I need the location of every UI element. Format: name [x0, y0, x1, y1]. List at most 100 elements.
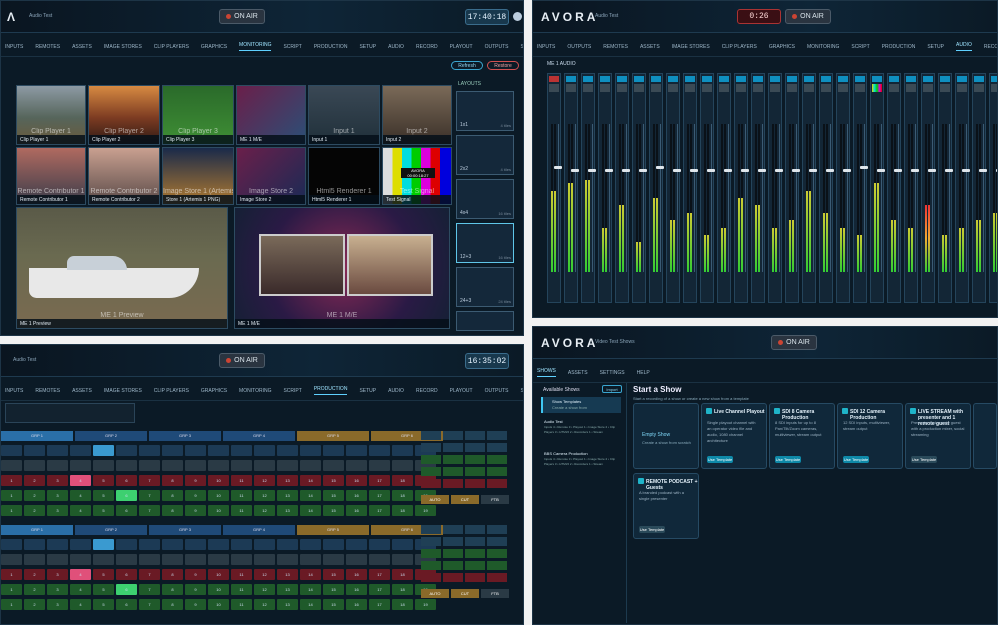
nav-item-remotes[interactable]: REMOTES — [35, 44, 60, 50]
program-monitor[interactable]: ME 1 M/E ME 1 M/E — [234, 207, 450, 329]
nav-item-inputs[interactable]: INPUTS — [537, 44, 555, 50]
bus-button[interactable]: 3 — [47, 599, 68, 610]
transition-button[interactable] — [443, 443, 463, 452]
bus-button[interactable]: 14 — [300, 475, 321, 486]
bus-button[interactable]: 14 — [300, 569, 321, 580]
nav-item-inputs[interactable]: INPUTS — [5, 44, 23, 50]
bus-button[interactable]: 10 — [208, 505, 229, 516]
bus-button[interactable]: 2 — [24, 505, 45, 516]
audio-channel-strip[interactable] — [581, 73, 596, 303]
transition-button[interactable] — [487, 455, 507, 464]
nav-item-clip-players[interactable]: CLIP PLAYERS — [154, 44, 189, 50]
bus-button[interactable]: 4 — [70, 584, 91, 595]
transition-button[interactable] — [487, 467, 507, 476]
template-card[interactable]: SDI 8 Camera Production 8 SDI inputs for … — [769, 403, 835, 469]
nav-item-production[interactable]: PRODUCTION — [313, 386, 348, 395]
bus-button[interactable] — [162, 539, 183, 550]
bus-button[interactable]: 6 — [116, 599, 137, 610]
audio-channel-strip[interactable] — [921, 73, 936, 303]
fader-knob[interactable] — [639, 169, 647, 172]
transition-button[interactable] — [487, 479, 507, 488]
nav-item-graphics[interactable]: GRAPHICS — [769, 44, 795, 50]
bus-button[interactable]: 11 — [231, 569, 252, 580]
monitor-tile[interactable]: Clip Player 1 Clip Player 1 — [16, 85, 86, 145]
audio-channel-strip[interactable] — [870, 73, 885, 303]
bus-button[interactable]: 4 — [70, 569, 91, 580]
bus-button[interactable]: 1 — [1, 569, 22, 580]
layout-option[interactable]: 4x4 16 tiles — [456, 179, 514, 219]
bus-button[interactable]: 14 — [300, 584, 321, 595]
group-tab[interactable]: GRP 3 — [149, 525, 221, 535]
bus-button[interactable]: 8 — [162, 569, 183, 580]
fader-knob[interactable] — [792, 169, 800, 172]
transition-button[interactable] — [421, 455, 441, 464]
audio-channel-strip[interactable] — [938, 73, 953, 303]
use-template-button[interactable]: Use Template — [707, 456, 733, 463]
bus-button[interactable]: 13 — [277, 569, 298, 580]
transition-ftb-button[interactable]: FTB — [481, 589, 509, 598]
bus-button[interactable]: 9 — [185, 569, 206, 580]
bus-button[interactable]: 9 — [185, 490, 206, 501]
bus-button[interactable]: 15 — [323, 505, 344, 516]
bus-button[interactable]: 6 — [116, 505, 137, 516]
bus-button[interactable] — [300, 460, 321, 471]
bus-button[interactable]: 16 — [346, 569, 367, 580]
bus-button[interactable]: 6 — [116, 584, 137, 595]
bus-button[interactable]: 6 — [116, 569, 137, 580]
bus-button[interactable]: 18 — [392, 490, 413, 501]
bus-button[interactable] — [116, 445, 137, 456]
fader-knob[interactable] — [707, 169, 715, 172]
bus-button[interactable] — [162, 445, 183, 456]
bus-button[interactable]: 16 — [346, 584, 367, 595]
bus-button[interactable] — [392, 539, 413, 550]
fader-knob[interactable] — [571, 169, 579, 172]
monitor-tile[interactable]: Clip Player 3 Clip Player 3 — [162, 85, 234, 145]
transition-button[interactable] — [487, 573, 507, 582]
bus-button[interactable]: 3 — [47, 490, 68, 501]
bus-button[interactable] — [254, 445, 275, 456]
transition-button[interactable] — [487, 549, 507, 558]
bus-button[interactable]: 17 — [369, 599, 390, 610]
bus-button[interactable]: 14 — [300, 599, 321, 610]
sidebar-item-templates[interactable]: Show Templates Create a show from — [541, 397, 621, 413]
bus-button[interactable] — [369, 554, 390, 565]
bus-button[interactable]: 13 — [277, 490, 298, 501]
fader-knob[interactable] — [622, 169, 630, 172]
bus-button[interactable] — [208, 554, 229, 565]
transition-button[interactable] — [421, 561, 441, 570]
bus-button[interactable] — [208, 460, 229, 471]
bus-button[interactable]: 12 — [254, 584, 275, 595]
transition-button[interactable] — [421, 479, 441, 488]
bus-button[interactable] — [346, 539, 367, 550]
bus-button[interactable]: 9 — [185, 475, 206, 486]
fader-knob[interactable] — [758, 169, 766, 172]
bus-button[interactable]: 5 — [93, 599, 114, 610]
transition-button[interactable] — [465, 537, 485, 546]
fader-knob[interactable] — [894, 169, 902, 172]
nav-item-settings[interactable]: SETTINGS — [520, 44, 523, 50]
user-avatar-icon[interactable] — [513, 12, 522, 21]
transition-button[interactable] — [443, 479, 463, 488]
transition-button[interactable] — [421, 573, 441, 582]
bus-button[interactable]: 9 — [185, 584, 206, 595]
transition-button[interactable] — [443, 525, 463, 534]
transition-button[interactable] — [465, 525, 485, 534]
bus-button[interactable]: 15 — [323, 584, 344, 595]
transition-button[interactable] — [465, 431, 485, 440]
bus-button[interactable] — [392, 554, 413, 565]
bus-button[interactable] — [323, 445, 344, 456]
template-card[interactable]: Live Channel Playout Single playout chann… — [701, 403, 767, 469]
bus-button[interactable]: 14 — [300, 490, 321, 501]
on-air-button[interactable]: ON AIR — [785, 9, 831, 24]
transition-button[interactable] — [465, 561, 485, 570]
monitor-tile[interactable]: ME 1 M/E — [236, 85, 306, 145]
bus-button[interactable]: 8 — [162, 584, 183, 595]
bus-button[interactable]: 5 — [93, 584, 114, 595]
sidebar-item-show[interactable]: Audio Test Inputs 4 • Remote 3 • Playout… — [541, 417, 621, 447]
transition-button[interactable] — [465, 455, 485, 464]
template-card[interactable]: SDI 12 Camera Production 12 SDI inputs, m… — [837, 403, 903, 469]
nav-item-playout[interactable]: PLAYOUT — [450, 44, 473, 50]
bus-button[interactable] — [277, 460, 298, 471]
fader-knob[interactable] — [843, 169, 851, 172]
bus-button[interactable] — [277, 554, 298, 565]
